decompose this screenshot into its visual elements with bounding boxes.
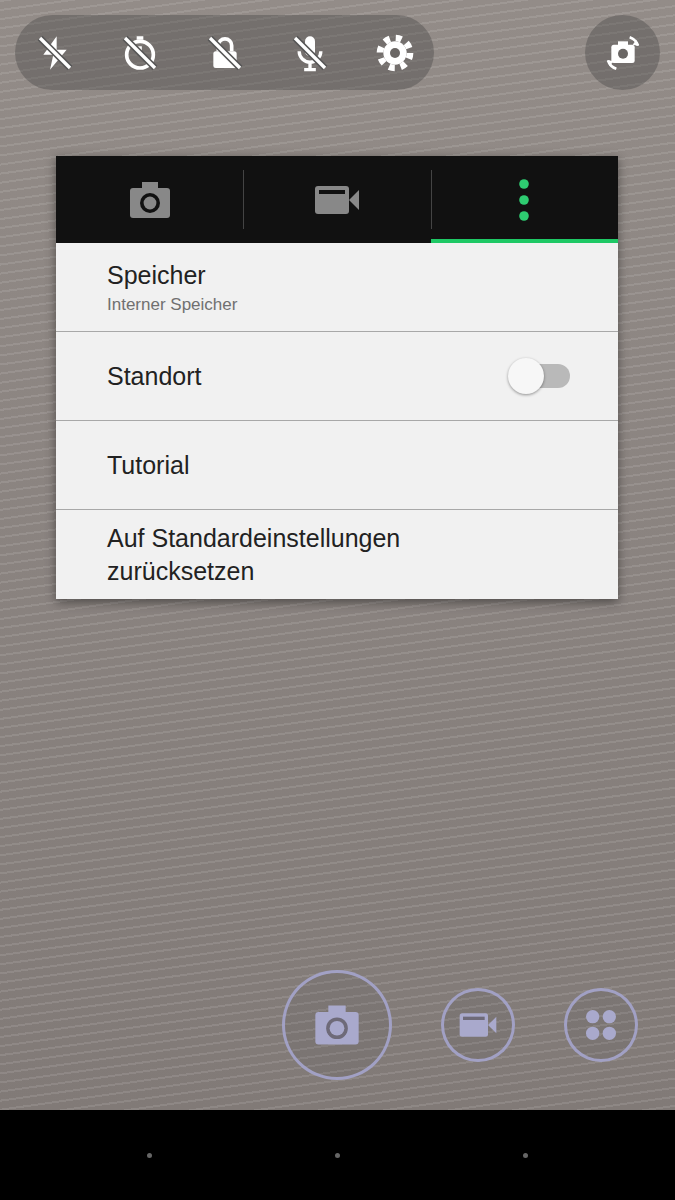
mic-icon xyxy=(290,33,330,73)
recents-button[interactable] xyxy=(431,1110,619,1200)
settings-popup: Speicher Interner Speicher Standort Tutoria… xyxy=(56,156,618,599)
tab-indicator xyxy=(431,239,618,243)
timer-toggle[interactable] xyxy=(120,33,160,73)
setting-value: Interner Speicher xyxy=(107,295,570,315)
flash-icon xyxy=(35,33,75,73)
quick-toolbar xyxy=(15,15,434,90)
video-button[interactable] xyxy=(441,988,515,1062)
camera-icon xyxy=(126,176,174,224)
timer-icon xyxy=(120,33,160,73)
more-dots-icon xyxy=(500,176,548,224)
more-modes-icon xyxy=(581,1005,621,1045)
camera-icon xyxy=(311,999,363,1051)
navigation-bar xyxy=(0,1110,675,1200)
video-camera-icon xyxy=(458,1005,498,1045)
select-setting[interactable]: Speicher Interner Speicher xyxy=(56,243,618,332)
location-switch[interactable] xyxy=(510,364,570,388)
more-button[interactable] xyxy=(564,988,638,1062)
settings-button[interactable] xyxy=(375,33,415,73)
back-button[interactable] xyxy=(56,1110,244,1200)
setting-label: Auf Standardeinstellungen zurücksetzen xyxy=(107,522,518,587)
home-button[interactable] xyxy=(244,1110,432,1200)
photo-tab[interactable] xyxy=(56,156,243,243)
video-camera-icon xyxy=(313,176,361,224)
flash-toggle[interactable] xyxy=(35,33,75,73)
video-tab[interactable] xyxy=(243,156,430,243)
more-tab[interactable] xyxy=(431,156,618,243)
gear-icon xyxy=(375,33,415,73)
action-setting[interactable]: Tutorial xyxy=(56,421,618,510)
lock-icon xyxy=(205,33,245,73)
popup-tabs xyxy=(56,156,618,243)
camera-preview: Speicher Interner Speicher Standort Tutoria… xyxy=(0,0,675,1110)
toggle-setting[interactable]: Standort xyxy=(56,332,618,421)
action-setting[interactable]: Auf Standardeinstellungen zurücksetzen xyxy=(56,510,618,599)
lock-toggle[interactable] xyxy=(205,33,245,73)
capture-controls xyxy=(0,970,675,1110)
mic-toggle[interactable] xyxy=(290,33,330,73)
setting-label: Tutorial xyxy=(107,449,570,482)
switch-knob xyxy=(508,358,544,394)
photo-button[interactable] xyxy=(282,970,392,1080)
setting-label: Standort xyxy=(107,360,510,393)
switch-camera-icon xyxy=(603,33,643,73)
setting-label: Speicher xyxy=(107,259,570,292)
switch-camera-button[interactable] xyxy=(585,15,660,90)
camera-screen: Speicher Interner Speicher Standort Tutoria… xyxy=(0,0,675,1200)
